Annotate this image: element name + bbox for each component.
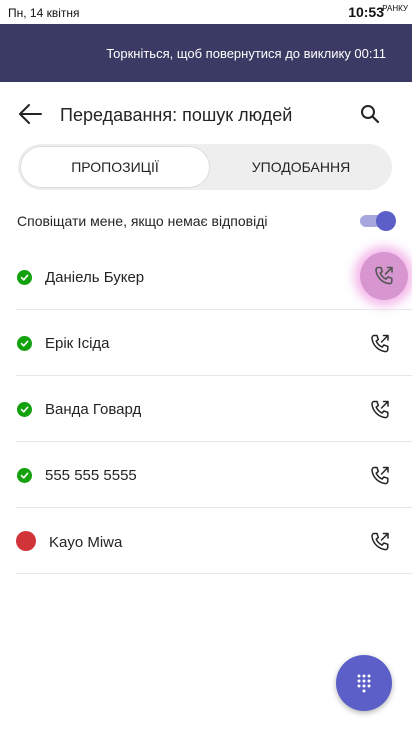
notify-toggle[interactable]	[358, 210, 396, 231]
contact-name: Ванда Говард	[45, 401, 142, 418]
toggle-thumb	[376, 211, 396, 231]
search-button[interactable]	[354, 98, 386, 130]
contact-name: Ерік Ісіда	[45, 335, 110, 352]
phone-transfer-icon	[371, 532, 389, 551]
search-icon	[361, 105, 380, 124]
contact-row[interactable]: 555 555 5555	[0, 442, 412, 508]
phone-transfer-icon	[371, 400, 389, 419]
status-time: 10:53	[348, 4, 384, 20]
contact-name: Kayo Miwa	[49, 534, 123, 551]
presence-available-icon	[17, 270, 32, 285]
contact-row[interactable]: Kayo Miwa	[0, 508, 412, 574]
notify-row: Сповіщати мене, якщо немає відповіді	[0, 204, 412, 238]
back-button[interactable]	[14, 98, 46, 130]
tab-favorites[interactable]: УПОДОБАННЯ	[212, 144, 390, 190]
presence-available-icon	[17, 468, 32, 483]
status-ampm: РАНКУ	[382, 4, 408, 13]
phone-transfer-icon	[371, 466, 389, 485]
return-to-call-banner[interactable]: Торкніться, щоб повернутися до виклику 0…	[0, 24, 412, 82]
contact-row[interactable]: Даніель Букер	[0, 244, 412, 310]
transfer-call-button[interactable]	[362, 458, 398, 494]
call-banner-text: Торкніться, щоб повернутися до виклику 0…	[106, 46, 386, 61]
phone-transfer-icon	[371, 334, 389, 353]
transfer-call-button[interactable]	[362, 524, 398, 560]
page-title: Передавання: пошук людей	[60, 105, 293, 125]
presence-available-icon	[17, 336, 32, 351]
tab-suggestions[interactable]: ПРОПОЗИЦІЇ	[20, 146, 210, 188]
contact-list: Даніель Букер Ерік Ісіда Ванда Говард 55…	[0, 244, 412, 574]
row-divider	[16, 573, 412, 574]
contact-name: 555 555 5555	[45, 467, 137, 484]
transfer-call-button[interactable]	[362, 326, 398, 362]
phone-transfer-icon	[375, 266, 393, 285]
header: Передавання: пошук людей	[0, 82, 412, 146]
status-bar: Пн, 14 квітня 10:53 РАНКУ	[0, 0, 412, 24]
transfer-call-button[interactable]	[360, 252, 408, 300]
contact-row[interactable]: Ерік Ісіда	[0, 310, 412, 376]
dialpad-icon	[357, 674, 371, 693]
dialpad-button[interactable]	[336, 655, 392, 711]
status-date: Пн, 14 квітня	[8, 6, 80, 20]
contact-row[interactable]: Ванда Говард	[0, 376, 412, 442]
presence-busy-icon	[16, 531, 36, 551]
notify-label: Сповіщати мене, якщо немає відповіді	[17, 213, 268, 229]
presence-available-icon	[17, 402, 32, 417]
tab-bar: ПРОПОЗИЦІЇ УПОДОБАННЯ	[18, 144, 392, 190]
contact-name: Даніель Букер	[45, 269, 145, 286]
transfer-call-button[interactable]	[362, 392, 398, 428]
arrow-left-icon	[19, 104, 42, 124]
